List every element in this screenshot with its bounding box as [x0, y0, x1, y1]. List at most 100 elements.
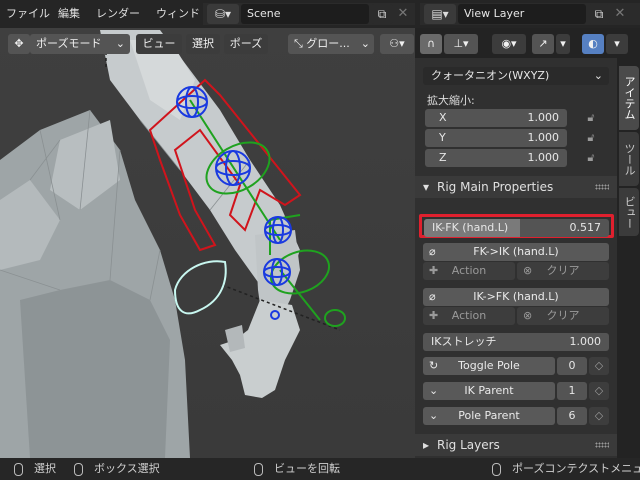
scene-name-field[interactable]: Scene	[241, 4, 369, 24]
ik-parent-value[interactable]: 1	[557, 382, 587, 400]
chevron-down-icon: ⌄	[429, 384, 439, 397]
field-value: 6	[568, 409, 576, 422]
rig-main-properties-header[interactable]: ▾ Rig Main Properties	[415, 176, 617, 198]
close-icon[interactable]: ✕	[393, 4, 413, 24]
keyframe-icon[interactable]: ◇	[589, 382, 609, 400]
menu-window[interactable]: ウィンド	[156, 0, 200, 28]
rig-layers-header[interactable]: ▸ Rig Layers	[415, 434, 617, 456]
mode-label: ポーズモード	[36, 37, 102, 50]
close-icon[interactable]: ✕	[610, 4, 630, 24]
rotation-mode-dropdown[interactable]: クォータニオン(WXYZ) ⌄	[423, 67, 609, 85]
keyframe-icon[interactable]: ◇	[589, 357, 609, 375]
scene-selector: ⛁▾ Scene ⧉ ✕	[203, 3, 415, 25]
tab-view[interactable]: ビュー	[619, 188, 639, 236]
keyframe-icon[interactable]: ◇	[589, 407, 609, 425]
3d-viewport[interactable]	[0, 28, 415, 458]
overlay-icon[interactable]: ◐	[582, 34, 604, 54]
chevron-down-icon: ▾	[423, 180, 430, 194]
fk-to-ik-button[interactable]: ⌀ FK->IK (hand.L)	[423, 243, 609, 261]
mouse-middle-icon	[74, 463, 83, 476]
drag-grip-icon[interactable]	[595, 442, 609, 448]
snap-target-icon[interactable]: ⊥▾	[444, 34, 478, 54]
scale-z-field[interactable]: Z 1.000	[425, 149, 567, 167]
status-rotate-view: ビューを回転	[274, 462, 340, 475]
editor-type-icon[interactable]: ✥	[8, 34, 30, 54]
axis-label: Z	[439, 151, 447, 164]
pole-parent-dropdown[interactable]: ⌄ Pole Parent	[423, 407, 555, 425]
mouse-right-icon	[492, 463, 501, 476]
view-layer-icon[interactable]: ▤▾	[424, 4, 456, 24]
lock-icon[interactable]: 🔓︎	[583, 110, 599, 126]
tab-item[interactable]: アイテム	[619, 66, 639, 130]
view-layer-name-field[interactable]: View Layer	[458, 4, 586, 24]
ik-stretch-field[interactable]: IKストレッチ 1.000	[423, 333, 609, 351]
button-label: FK->IK (hand.L)	[473, 245, 559, 258]
clear-button[interactable]: ⊗ クリア	[517, 307, 609, 325]
mouse-drag-icon	[254, 463, 263, 476]
chevron-down-icon: ⌄	[429, 409, 439, 422]
add-icon: ✚	[429, 309, 439, 322]
pole-parent-value[interactable]: 6	[557, 407, 587, 425]
new-scene-icon[interactable]: ⧉	[371, 4, 393, 24]
scene-icon[interactable]: ⛁▾	[207, 4, 239, 24]
pivot-point-icon[interactable]: ⚇▾	[380, 34, 414, 54]
rotation-mode-label: クォータニオン(WXYZ)	[431, 69, 550, 82]
status-bar: 選択 ボックス選択 ビューを回転 ポーズコンテクストメニュー	[0, 458, 640, 480]
orientation-label: グロー...	[306, 37, 350, 50]
menu-select[interactable]: 選択	[186, 34, 220, 54]
axis-value: 1.000	[527, 111, 560, 124]
mouse-left-icon	[14, 463, 23, 476]
snap-magnet-icon[interactable]: ∩	[420, 34, 442, 54]
status-box-select: ボックス選択	[94, 462, 160, 475]
snap-icon: ⌀	[429, 290, 436, 303]
dropdown-label: Pole Parent	[458, 409, 520, 422]
slider-value: 0.517	[569, 221, 602, 234]
drag-grip-icon[interactable]	[595, 184, 609, 190]
scale-x-field[interactable]: X 1.000	[425, 109, 567, 127]
menu-render[interactable]: レンダー	[96, 0, 140, 28]
toggle-pole-button[interactable]: ↻ Toggle Pole	[423, 357, 555, 375]
toggle-icon: ↻	[429, 359, 439, 372]
orientation-icon: ⤡	[294, 37, 307, 50]
chevron-down-icon[interactable]: ▾	[556, 34, 570, 54]
menu-file[interactable]: ファイル	[6, 0, 50, 28]
viewport-scene	[0, 30, 346, 458]
axis-value: 1.000	[527, 151, 560, 164]
menu-view[interactable]: ビュー	[136, 34, 182, 54]
transform-orientation-dropdown[interactable]: ⤡ グロー... ⌄	[288, 34, 374, 54]
button-label: Action	[451, 264, 487, 277]
button-label: IK->FK (hand.L)	[473, 290, 559, 303]
scale-y-field[interactable]: Y 1.000	[425, 129, 567, 147]
ik-to-fk-button[interactable]: ⌀ IK->FK (hand.L)	[423, 288, 609, 306]
scale-label: 拡大縮小:	[427, 94, 475, 107]
gizmo-icon[interactable]: ↗	[532, 34, 554, 54]
new-view-layer-icon[interactable]: ⧉	[588, 4, 610, 24]
mode-dropdown[interactable]: ポーズモード ⌄	[30, 34, 130, 54]
sidebar-panel: クォータニオン(WXYZ) ⌄ 拡大縮小: X 1.000 🔓︎ Y 1.000…	[415, 58, 617, 458]
chevron-down-icon: ⌄	[593, 69, 603, 82]
menu-edit[interactable]: 編集	[58, 0, 80, 28]
lock-icon[interactable]: 🔓︎	[583, 130, 599, 146]
ik-fk-slider[interactable]: IK-FK (hand.L) 0.517	[424, 219, 609, 237]
chevron-down-icon[interactable]: ▾	[606, 34, 628, 54]
clear-button[interactable]: ⊗ クリア	[517, 262, 609, 280]
status-select: 選択	[34, 462, 56, 475]
axis-label: X	[439, 111, 447, 124]
tab-tool[interactable]: ツール	[619, 132, 639, 186]
axis-label: Y	[439, 131, 446, 144]
action-button[interactable]: ✚ Action	[423, 262, 515, 280]
clear-icon: ⊗	[523, 309, 533, 322]
snap-icon: ⌀	[429, 245, 436, 258]
visibility-eye-icon[interactable]: ◉▾	[492, 34, 526, 54]
hip-mesh	[20, 280, 170, 458]
view-layer-selector: ▤▾ View Layer ⧉ ✕	[420, 3, 640, 25]
ik-parent-dropdown[interactable]: ⌄ IK Parent	[423, 382, 555, 400]
action-button[interactable]: ✚ Action	[423, 307, 515, 325]
sidebar-tabs: アイテム ツール ビュー	[617, 58, 640, 458]
hand-ik-control[interactable]	[173, 260, 227, 315]
lock-icon[interactable]: 🔓︎	[583, 150, 599, 166]
button-label: クリア	[546, 264, 580, 277]
status-pose-context: ポーズコンテクストメニュー	[512, 462, 640, 475]
toggle-pole-value[interactable]: 0	[557, 357, 587, 375]
menu-pose[interactable]: ポーズ	[224, 34, 268, 54]
